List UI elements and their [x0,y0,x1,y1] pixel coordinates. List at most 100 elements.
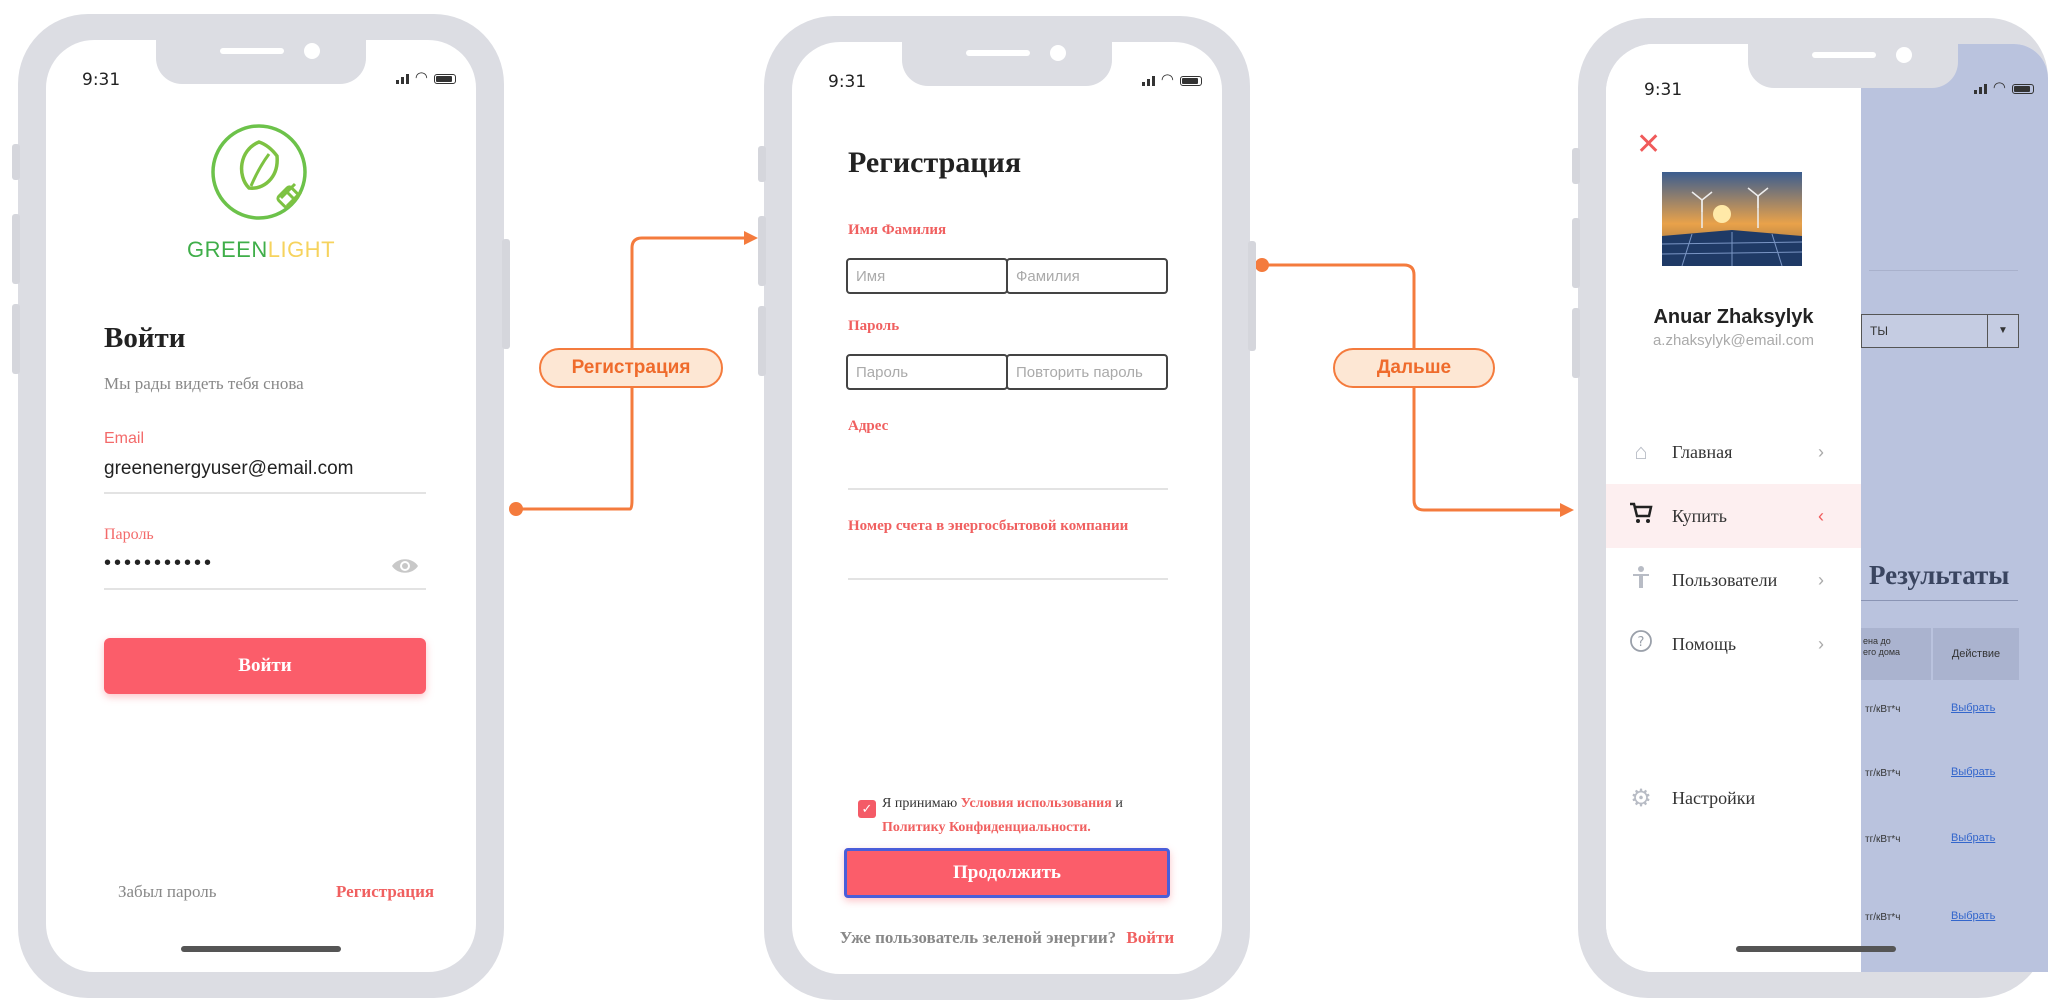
home-icon: ⌂ [1634,439,1648,464]
signal-icon [395,74,409,84]
brand-light-text: LIGHT [267,237,336,262]
status-icons: ◠ [1141,71,1202,88]
account-number-input[interactable] [848,578,1168,580]
home-indicator [1736,946,1896,952]
results-row-price: тг/кВт*ч [1865,912,1901,923]
person-icon [1628,565,1654,595]
status-time: 9:31 [82,70,121,90]
menu-item-home[interactable]: ⌂ Главная › [1606,420,1861,484]
terms-text: Я принимаю Условия использования и Полит… [882,792,1172,840]
email-label: Email [104,430,145,447]
close-icon[interactable]: ✕ [1636,130,1661,160]
name-label: Имя Фамилия [848,222,947,238]
brand-wordmark: GREENLIGHT [161,237,361,263]
password-underline [104,588,426,590]
menu-item-buy[interactable]: Купить ‹ [1606,484,1861,548]
phone-login: 9:31 ◠ GREENLIGHT Войти Мы рады видеть т… [12,14,510,998]
select-link[interactable]: Выбрать [1951,832,1995,844]
wifi-icon: ◠ [1160,71,1174,88]
select-link[interactable]: Выбрать [1951,910,1995,922]
chevron-right-icon: › [1818,569,1824,590]
status-icons: ◠ [395,69,456,86]
battery-icon [434,74,456,84]
menu-item-users[interactable]: Пользователи › [1606,548,1861,612]
privacy-policy-link[interactable]: Политику Конфиденциальности. [882,820,1091,835]
terms-prefix: Я принимаю [882,796,961,811]
notch [1748,44,1958,88]
existing-user-row: Уже пользователь зеленой энергии? Войти [792,928,1222,948]
login-screen: 9:31 ◠ GREENLIGHT Войти Мы рады видеть т… [46,40,476,972]
menu-item-label: Помощь [1672,633,1737,654]
eye-icon[interactable] [390,556,420,576]
address-input[interactable] [848,488,1168,490]
help-icon: ? [1628,629,1654,659]
battery-icon [1180,76,1202,86]
leaf-plug-icon [211,124,307,220]
password-label: Пароль [104,526,154,543]
results-col-price: ена до его дома [1861,628,1931,680]
phone-drawer: ТЫ ▼ Результаты ена до его дома Действие… [1572,18,2048,998]
register-screen: 9:31 ◠ Регистрация Имя Фамилия Имя Фамил… [792,42,1222,974]
account-number-label: Номер счета в энергосбытовой компании [848,518,1129,534]
signal-icon [1141,76,1155,86]
results-col-action: Действие [1933,628,2019,680]
first-name-input[interactable]: Имя [846,258,1008,294]
results-title: Результаты [1869,560,2010,590]
notch [156,40,366,84]
password-input[interactable]: Пароль [846,354,1008,390]
register-title: Регистрация [848,146,1022,179]
user-name: Anuar Zhaksylyk [1653,306,1814,328]
phone-register: 9:31 ◠ Регистрация Имя Фамилия Имя Фамил… [758,16,1256,1000]
next-flow-label: Дальше [1333,348,1495,388]
forgot-password-link[interactable]: Забыл пароль [118,882,217,902]
terms-of-use-link[interactable]: Условия использования [961,796,1112,811]
wifi-icon: ◠ [414,69,428,86]
brand-green-text: GREEN [186,237,268,262]
terms-checkbox[interactable]: ✓ [858,800,876,818]
menu-item-label: Купить [1672,505,1727,526]
notch [902,42,1112,86]
login-title: Войти [104,322,186,354]
dropdown-arrow-icon: ▼ [1987,315,2018,347]
chevron-right-icon: › [1818,441,1824,462]
user-email: a.zhaksylyk@email.com [1652,332,1815,349]
repeat-password-input[interactable]: Повторить пароль [1006,354,1168,390]
chevron-left-icon: ‹ [1818,505,1824,526]
background-select: ТЫ ▼ [1861,314,2019,348]
menu-item-help[interactable]: ? Помощь › [1606,612,1861,676]
status-time: 9:31 [828,72,867,92]
last-name-input[interactable]: Фамилия [1006,258,1168,294]
password-field[interactable]: ••••••••••• [104,552,214,575]
menu-item-label: Пользователи [1672,569,1778,590]
connector-start-dot [1255,258,1269,272]
svg-text:?: ? [1638,635,1645,650]
connector-arrowhead [1560,503,1574,517]
login-button[interactable]: Войти [104,638,426,694]
email-field[interactable]: greenenergyuser@email.com [104,458,424,480]
select-link[interactable]: Выбрать [1951,766,1995,778]
drawer-screen: ТЫ ▼ Результаты ена до его дома Действие… [1606,44,2048,972]
menu-item-settings[interactable]: ⚙ Настройки [1606,766,1861,830]
battery-icon [2012,84,2034,94]
cart-icon [1628,502,1654,530]
greenlight-logo: GREENLIGHT [161,120,361,263]
terms-and-text: и [1111,796,1123,811]
register-link[interactable]: Регистрация [336,882,434,902]
login-link[interactable]: Войти [1126,928,1174,947]
avatar [1662,172,1802,266]
email-underline [104,492,426,494]
results-row-price: тг/кВт*ч [1865,704,1901,715]
background-overlay: ТЫ ▼ Результаты ена до его дома Действие… [1861,44,2048,972]
status-icons: ◠ [1973,80,2034,95]
password-label: Пароль [848,318,900,334]
address-label: Адрес [848,418,889,434]
home-indicator [181,946,341,952]
connector-arrowhead [744,231,758,245]
results-row-price: тг/кВт*ч [1865,834,1901,845]
gear-icon: ⚙ [1630,784,1652,812]
chevron-right-icon: › [1818,633,1824,654]
select-link[interactable]: Выбрать [1951,702,1995,714]
menu-item-label: Настройки [1672,787,1756,808]
login-subtitle: Мы рады видеть тебя снова [104,374,304,393]
continue-button[interactable]: Продолжить [844,848,1170,898]
